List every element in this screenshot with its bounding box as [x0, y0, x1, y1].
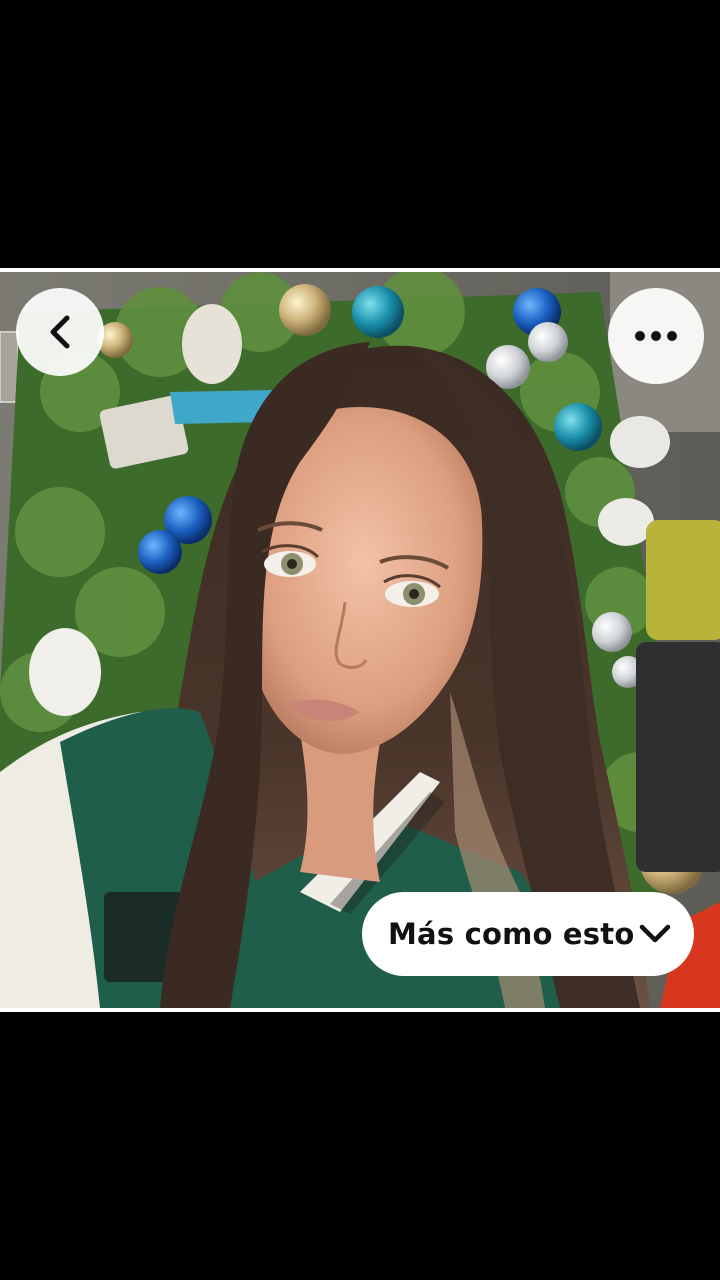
chevron-left-icon — [50, 315, 70, 349]
ellipsis-icon — [635, 331, 677, 341]
more-like-this-label: Más como esto — [388, 917, 635, 951]
chevron-down-icon — [639, 924, 671, 943]
more-options-button[interactable] — [608, 288, 704, 384]
more-like-this-button[interactable]: Más como esto — [362, 892, 694, 976]
pin-closeup-screen: Más como esto — [0, 0, 720, 1280]
back-button[interactable] — [16, 288, 104, 376]
